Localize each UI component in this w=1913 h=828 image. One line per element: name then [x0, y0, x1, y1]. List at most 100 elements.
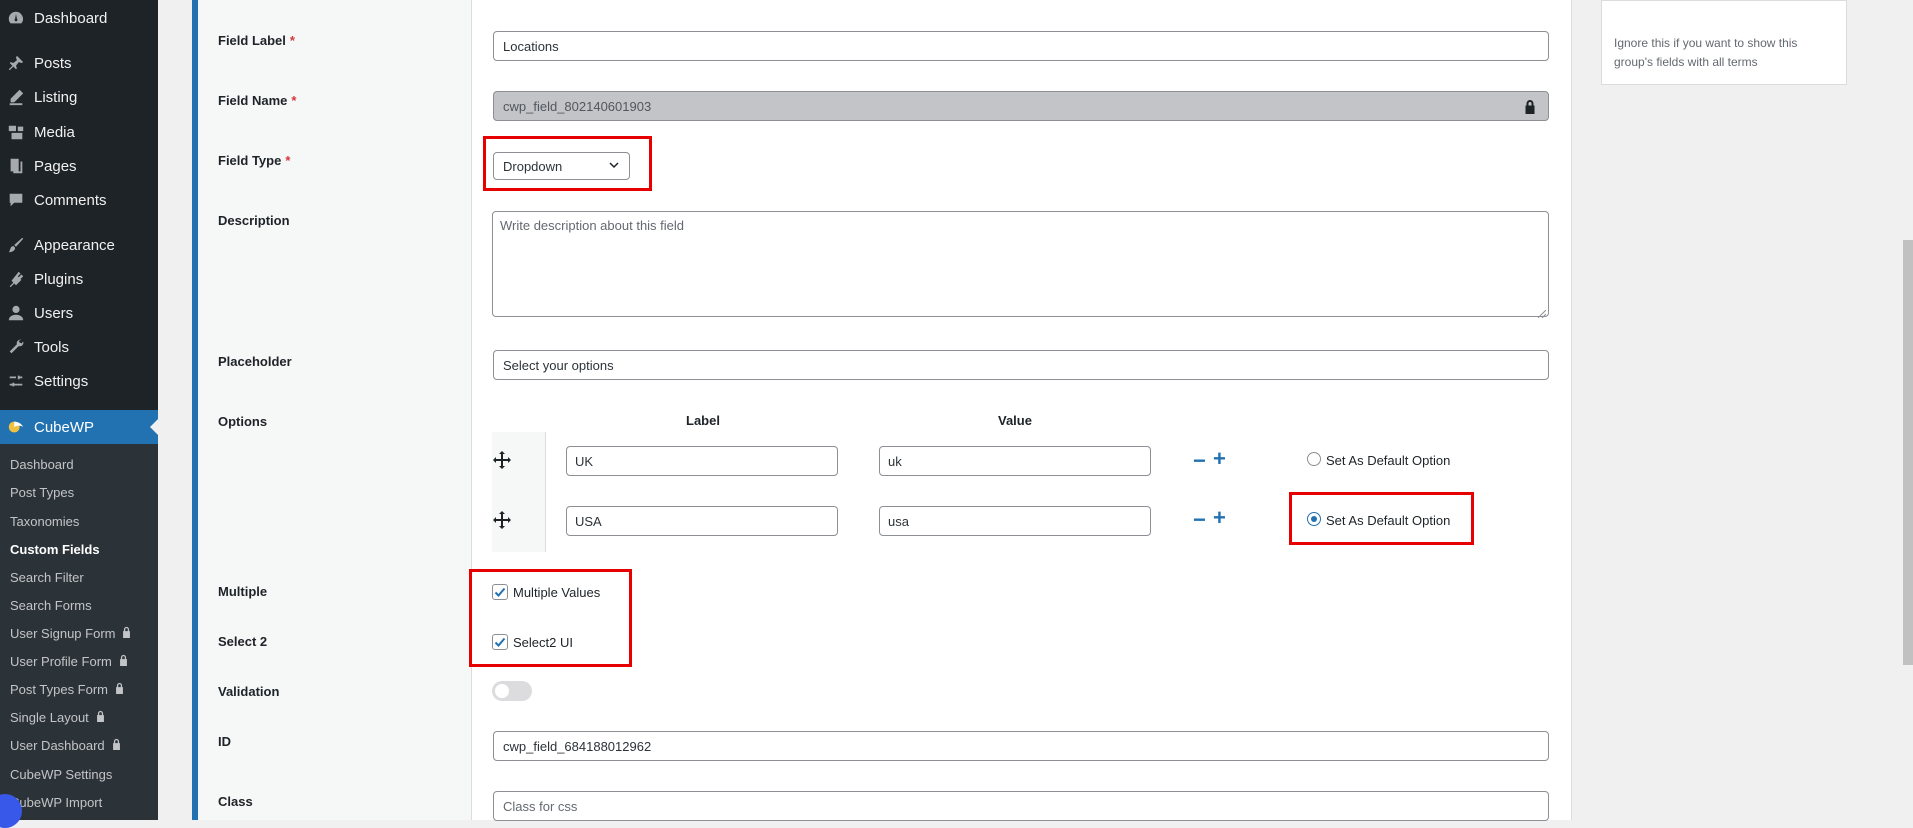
highlight-box-field-type: [483, 136, 652, 191]
menu-item-appearance[interactable]: Appearance: [0, 230, 158, 260]
submenu-item-single-layout[interactable]: Single Layout: [10, 710, 106, 725]
menu-item-listing[interactable]: Listing: [0, 82, 158, 112]
menu-item-posts[interactable]: Posts: [0, 48, 158, 78]
submenu-item-search-forms[interactable]: Search Forms: [10, 598, 92, 613]
placeholder-input[interactable]: Select your options: [493, 350, 1549, 380]
menu-item-dashboard[interactable]: Dashboard: [0, 3, 158, 33]
submenu-label: Post Types: [10, 485, 75, 500]
options-drag-column: [492, 432, 546, 552]
lock-icon: [1524, 99, 1536, 117]
lock-icon: [118, 654, 129, 669]
pin-icon: [6, 53, 26, 73]
plugin-icon: [6, 269, 26, 289]
comment-icon: [6, 190, 26, 210]
menu-label: Posts: [34, 54, 72, 72]
menu-label: Tools: [34, 338, 70, 356]
id-input[interactable]: cwp_field_684188012962: [493, 731, 1549, 761]
submenu-item-cubewp-import[interactable]: CubeWP Import: [10, 795, 102, 810]
option-value-input[interactable]: usa: [879, 506, 1151, 536]
menu-item-settings[interactable]: Settings: [0, 366, 158, 396]
move-icon[interactable]: [493, 451, 511, 469]
resize-grip-icon[interactable]: [1537, 306, 1547, 319]
menu-item-cubewp[interactable]: CubeWP: [0, 410, 158, 444]
lock-icon: [121, 626, 132, 641]
option-label-input[interactable]: USA: [566, 506, 838, 536]
default-option-label: Set As Default Option: [1326, 453, 1451, 468]
menu-item-plugins[interactable]: Plugins: [0, 264, 158, 294]
submenu-item-dashboard[interactable]: Dashboard: [10, 457, 74, 472]
menu-label: CubeWP: [34, 418, 95, 436]
highlight-box-multiple-select2: [469, 569, 632, 667]
submenu-item-user-profile-form[interactable]: User Profile Form: [10, 654, 129, 669]
placeholder-heading: Placeholder: [218, 354, 292, 369]
submenu-label: Single Layout: [10, 710, 89, 725]
remove-option-button[interactable]: −: [1193, 509, 1206, 531]
multiple-heading: Multiple: [218, 584, 268, 599]
user-icon: [6, 303, 26, 323]
brush-icon: [6, 235, 26, 255]
menu-label: Media: [34, 123, 75, 141]
class-input[interactable]: Class for css: [493, 791, 1549, 821]
page-scrollbar[interactable]: [1903, 240, 1913, 665]
submenu-label: User Profile Form: [10, 654, 112, 669]
field-label-input[interactable]: Locations: [493, 31, 1549, 61]
submenu-label: Taxonomies: [10, 514, 80, 529]
field-label-heading: Field Label *: [218, 33, 295, 48]
menu-label: Plugins: [34, 270, 84, 288]
field-name-input: cwp_field_802140601903: [493, 91, 1549, 121]
submenu-label: Post Types Form: [10, 682, 109, 697]
options-heading: Options: [218, 414, 268, 429]
dashboard-icon: [6, 8, 26, 28]
move-icon[interactable]: [493, 511, 511, 529]
current-menu-arrow: [150, 419, 158, 435]
option-label-input[interactable]: UK: [566, 446, 838, 476]
submenu-item-search-filter[interactable]: Search Filter: [10, 570, 84, 585]
add-option-button[interactable]: +: [1213, 448, 1226, 470]
pages-icon: [6, 156, 26, 176]
menu-item-comments[interactable]: Comments: [0, 185, 158, 215]
lock-icon: [114, 682, 125, 697]
lock-icon: [95, 710, 106, 725]
id-heading: ID: [218, 734, 231, 749]
field-name-heading: Field Name *: [218, 93, 297, 108]
cubewp-logo-icon: [6, 417, 26, 437]
submenu-label: User Dashboard: [10, 738, 105, 753]
menu-label: Comments: [34, 191, 107, 209]
menu-item-users[interactable]: Users: [0, 298, 158, 328]
menu-label: Dashboard: [34, 9, 108, 27]
default-option-radio[interactable]: [1307, 452, 1321, 466]
settings-icon: [6, 371, 26, 391]
field-type-heading: Field Type *: [218, 153, 291, 168]
remove-option-button[interactable]: −: [1193, 450, 1206, 472]
submenu-item-user-signup-form[interactable]: User Signup Form: [10, 626, 132, 641]
menu-item-media[interactable]: Media: [0, 117, 158, 147]
menu-label: Appearance: [34, 236, 115, 254]
description-textarea[interactable]: Write description about this field: [492, 211, 1549, 319]
submenu-item-user-dashboard[interactable]: User Dashboard: [10, 738, 122, 753]
submenu-item-cubewp-settings[interactable]: CubeWP Settings: [10, 767, 112, 782]
add-option-button[interactable]: +: [1213, 507, 1226, 529]
validation-toggle[interactable]: [492, 681, 532, 701]
options-value-column-header: Value: [998, 413, 1032, 428]
lock-icon: [111, 738, 122, 753]
menu-label: Listing: [34, 88, 78, 106]
media-icon: [6, 122, 26, 142]
terms-settings-card: Ignore this if you want to show this gro…: [1601, 0, 1847, 85]
select2-heading: Select 2: [218, 634, 268, 649]
submenu-item-post-types-form[interactable]: Post Types Form: [10, 682, 125, 697]
wrench-icon: [6, 337, 26, 357]
submenu-label: Custom Fields: [10, 542, 100, 557]
terms-hint-text: Ignore this if you want to show this gro…: [1614, 36, 1798, 69]
submenu-label: CubeWP Import: [10, 795, 103, 810]
menu-item-pages[interactable]: Pages: [0, 151, 158, 181]
validation-heading: Validation: [218, 684, 280, 699]
menu-label: Users: [34, 304, 74, 322]
submenu-item-custom-fields[interactable]: Custom Fields: [10, 542, 100, 557]
option-value-input[interactable]: uk: [879, 446, 1151, 476]
menu-item-tools[interactable]: Tools: [0, 332, 158, 362]
submenu-label: CubeWP Settings: [10, 767, 113, 782]
admin-sidebar: Dashboard Posts Listing Media Pages Comm…: [0, 0, 158, 820]
submenu-item-taxonomies[interactable]: Taxonomies: [10, 514, 79, 529]
submenu-label: Search Filter: [10, 570, 84, 585]
submenu-item-post-types[interactable]: Post Types: [10, 485, 74, 500]
